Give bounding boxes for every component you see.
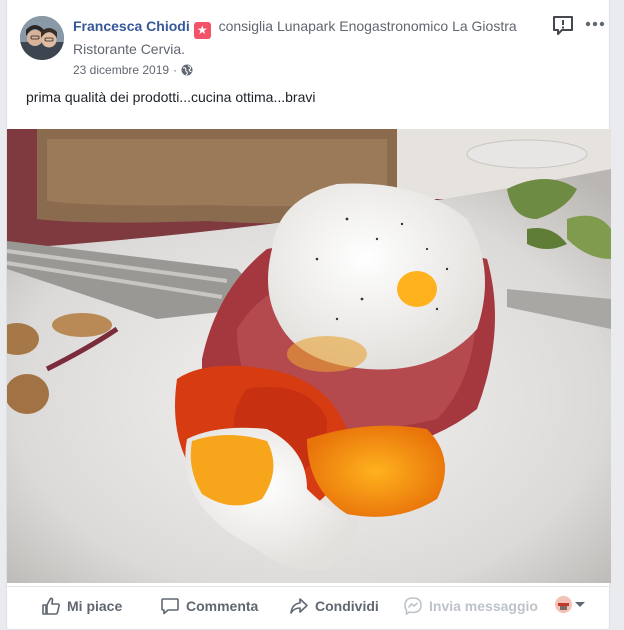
post-meta: 23 dicembre 2019 · <box>73 62 193 80</box>
author-link[interactable]: Francesca Chiodi <box>73 18 190 34</box>
meta-separator: · <box>173 63 178 77</box>
share-label: Condividi <box>315 598 379 614</box>
avatar[interactable] <box>20 16 64 60</box>
report-icon[interactable] <box>552 14 574 36</box>
post-date[interactable]: 23 dicembre 2019 <box>73 63 169 77</box>
post-card: Francesca Chiodi ★ consiglia Lunapark Eno… <box>6 0 611 630</box>
audience-selector-icon <box>555 596 572 613</box>
share-button[interactable]: Condividi <box>289 595 379 617</box>
thumbs-up-icon <box>42 597 60 615</box>
comment-button[interactable]: Commenta <box>160 595 258 617</box>
post-photo[interactable] <box>7 129 611 583</box>
comment-icon <box>161 598 179 615</box>
like-button[interactable]: Mi piace <box>41 595 122 617</box>
post-actions-bar: Mi piace Commenta Condividi Invia messag… <box>7 586 611 626</box>
post-header: Francesca Chiodi ★ consiglia Lunapark Eno… <box>20 14 605 84</box>
comment-label: Commenta <box>186 598 259 614</box>
star-icon: ★ <box>193 22 211 39</box>
post-headline: Francesca Chiodi ★ consiglia Lunapark Eno… <box>73 16 543 60</box>
like-label: Mi piace <box>67 598 123 614</box>
audience-selector[interactable] <box>555 596 585 613</box>
more-dots-icon[interactable] <box>585 18 607 34</box>
send-message-label: Invia messaggio <box>429 598 538 614</box>
globe-icon[interactable] <box>181 64 193 80</box>
post-message: prima qualità dei prodotti...cucina otti… <box>26 89 316 105</box>
send-message-button[interactable]: Invia messaggio <box>403 595 538 617</box>
chevron-down-icon <box>575 602 585 607</box>
share-icon <box>290 598 308 614</box>
messenger-icon <box>404 597 422 616</box>
